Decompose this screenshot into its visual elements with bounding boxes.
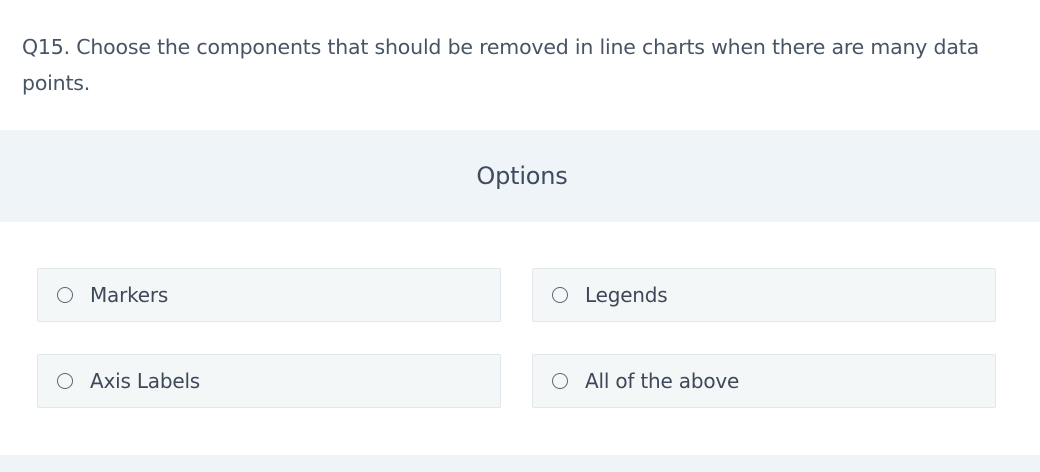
option-label: Axis Labels xyxy=(90,369,201,393)
option-label: Markers xyxy=(90,283,169,307)
radio-button-icon[interactable] xyxy=(57,287,73,303)
options-title: Options xyxy=(476,162,568,190)
option-axis-labels[interactable]: Axis Labels xyxy=(37,354,501,408)
bottom-band xyxy=(0,455,1040,472)
option-markers[interactable]: Markers xyxy=(37,268,501,322)
quiz-page: Q15. Choose the components that should b… xyxy=(0,0,1040,472)
option-legends[interactable]: Legends xyxy=(532,268,996,322)
option-label: All of the above xyxy=(585,369,740,393)
option-all-of-the-above[interactable]: All of the above xyxy=(532,354,996,408)
radio-button-icon[interactable] xyxy=(57,373,73,389)
options-header: Options xyxy=(0,130,1040,222)
radio-button-icon[interactable] xyxy=(552,287,568,303)
radio-button-icon[interactable] xyxy=(552,373,568,389)
question-text: Q15. Choose the components that should b… xyxy=(22,35,979,95)
option-label: Legends xyxy=(585,283,668,307)
